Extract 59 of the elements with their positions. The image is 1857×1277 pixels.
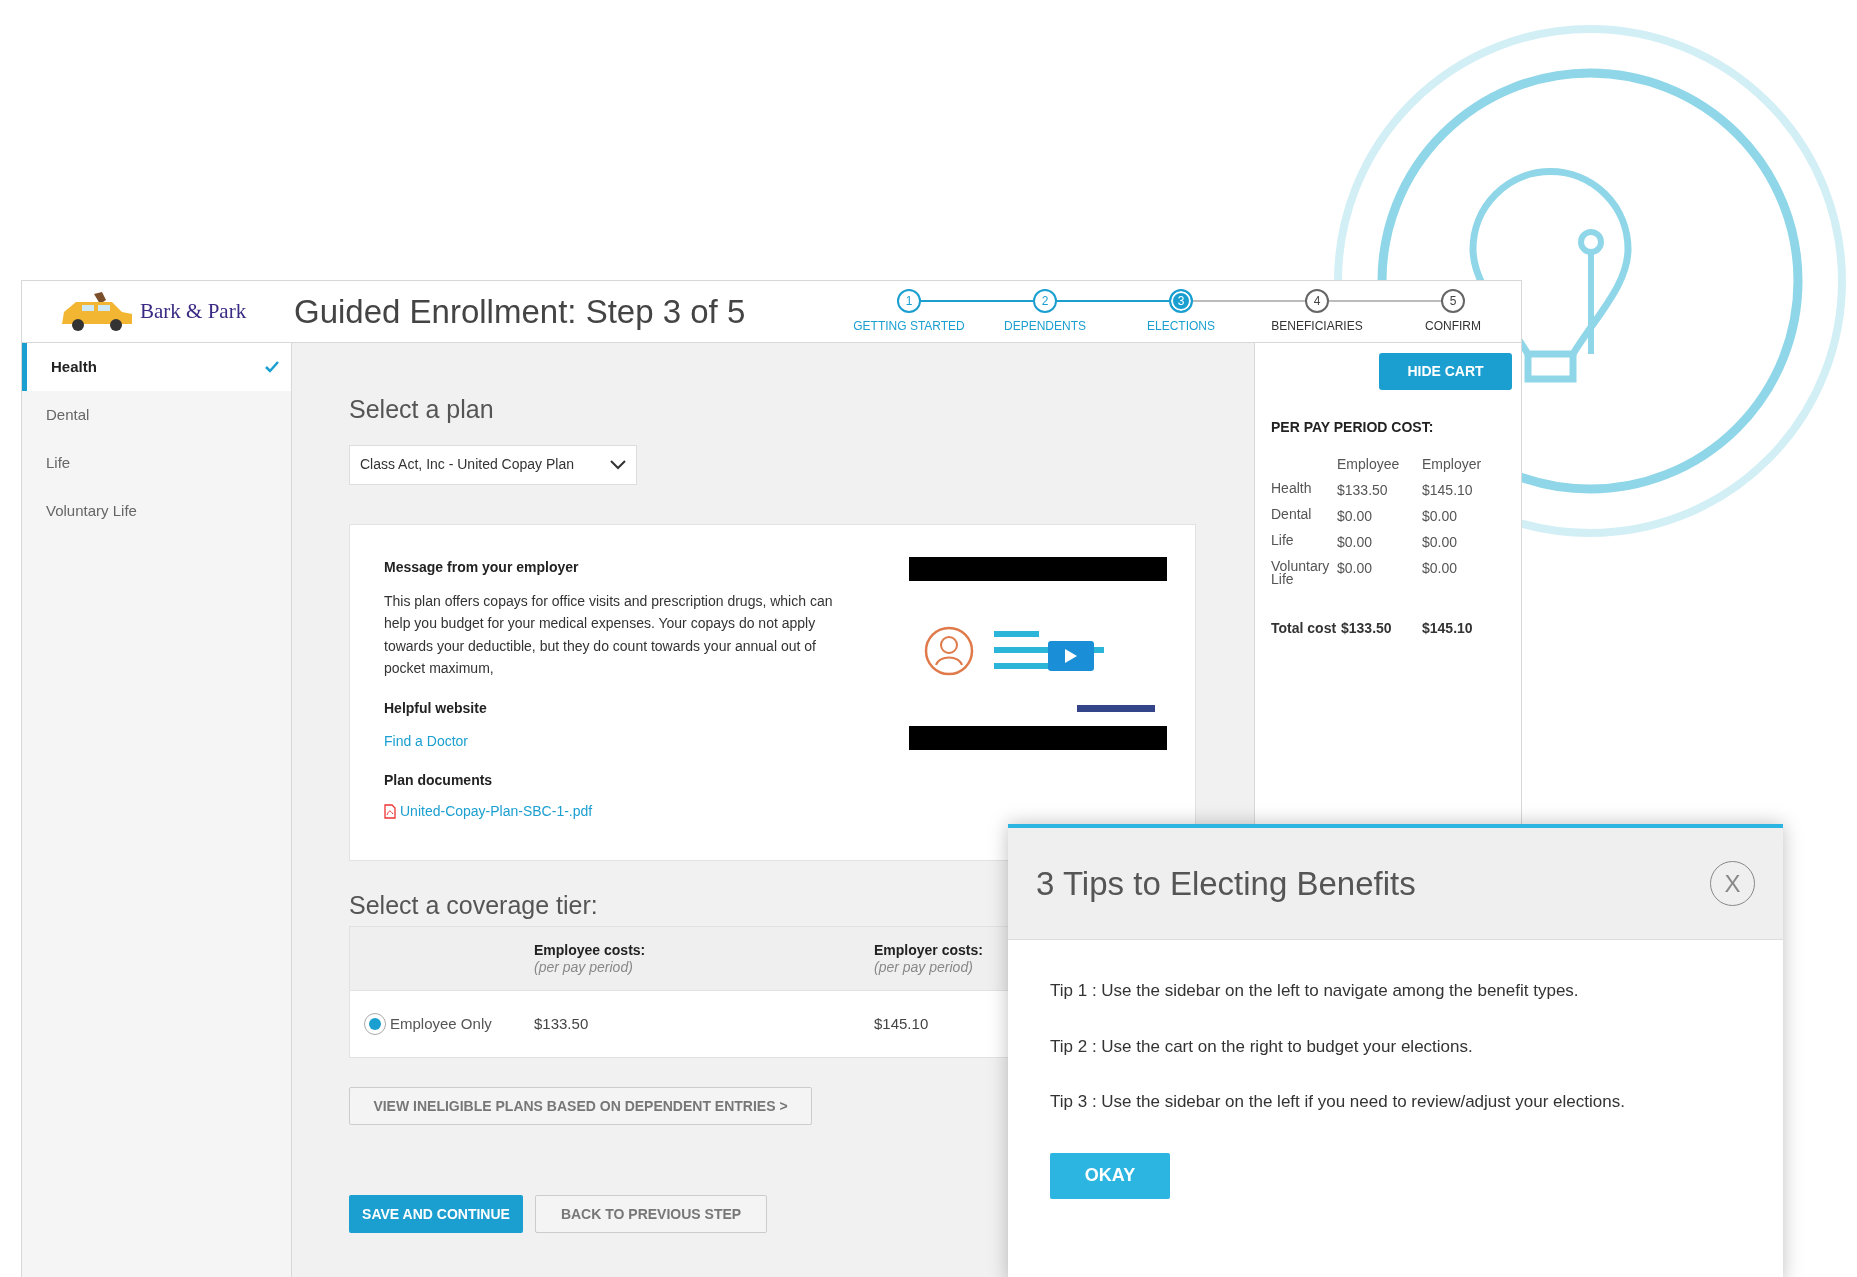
documents-title: Plan documents (384, 770, 494, 790)
message-text: This plan offers copays for office visits and prescription drugs, which can help you budget for your medical expenses. Your copays do not apply towards your deductible, but they do count towards your annual out of pocket maximum, (384, 591, 834, 678)
table-cell-text: $145.10 (1422, 482, 1474, 498)
section-heading: Select a coverage tier: (349, 889, 598, 921)
table-cell-text: $133.50 (1337, 482, 1389, 498)
logo-text: Bark & Park (140, 297, 247, 325)
document-link[interactable]: United-Copay-Plan-SBC-1-.pdf (400, 800, 593, 822)
tier-label: Employee Only (390, 1013, 492, 1034)
tip-text: Tip 3 : Use the sidebar on the left if you need to review/adjust your elections. (1050, 1091, 1626, 1113)
message-title: Message from your employer (384, 557, 580, 577)
chevron-down-icon (610, 459, 626, 470)
table-cell-text: $0.00 (1422, 560, 1459, 578)
tip-text: Tip 1 : Use the sidebar on the left to navigate among the benefit types. (1050, 980, 1580, 1002)
row-label: Dental (1271, 508, 1313, 524)
step-label[interactable]: DEPENDENTS (1004, 316, 1086, 335)
step-label[interactable]: ELECTIONS (1147, 316, 1215, 335)
table-cell-text: $0.00 (1422, 508, 1459, 524)
column-header: Employer (1422, 456, 1483, 472)
save-continue-button[interactable]: SAVE AND CONTINUE (349, 1195, 523, 1233)
table-cell-text: $0.00 (1422, 534, 1459, 550)
radio-button[interactable] (364, 1013, 386, 1035)
table-cell-text: $133.50 (534, 1013, 590, 1034)
dialog-title: 3 Tips to Electing Benefits (1036, 863, 1417, 904)
column-subtitle: (per pay period) (534, 958, 634, 976)
website-title: Helpful website (384, 698, 488, 718)
sidebar-item[interactable]: Voluntary Life (22, 487, 291, 535)
okay-button[interactable]: OKAY (1050, 1152, 1170, 1199)
pdf-icon (384, 803, 396, 819)
table-cell-text: $0.00 (1337, 534, 1374, 550)
hide-cart-button[interactable]: HIDE CART (1379, 353, 1512, 390)
column-title: Employer costs: (874, 941, 983, 959)
row-label: Voluntary Life (1271, 560, 1331, 586)
table-cell-text: $145.10 (1422, 620, 1474, 636)
step-label[interactable]: CONFIRM (1425, 316, 1481, 335)
find-doctor-link[interactable]: Find a Doctor (384, 730, 854, 752)
cart-title: PER PAY PERIOD COST: (1271, 418, 1435, 437)
row-label: Total cost (1271, 620, 1337, 636)
step-label[interactable]: BENEFICIARIES (1271, 316, 1363, 335)
column-title: Employee costs: (534, 941, 647, 959)
table-cell-text: $0.00 (1337, 508, 1374, 524)
back-button[interactable]: BACK TO PREVIOUS STEP (535, 1195, 767, 1233)
step-label[interactable]: GETTING STARTED (853, 316, 965, 335)
tip-text: Tip 2 : Use the cart on the right to budget your elections. (1050, 1035, 1474, 1058)
column-header: Employee (1337, 456, 1401, 472)
plan-dropdown[interactable]: Class Act, Inc - United Copay Plan (349, 444, 637, 485)
table-cell-text: $133.50 (1340, 620, 1393, 636)
play-button[interactable] (1048, 640, 1094, 671)
sidebar-item[interactable]: Dental (22, 391, 291, 439)
ineligible-plans-button[interactable]: VIEW INELIGIBLE PLANS BASED ON DEPENDENT ENTRIES > (349, 1087, 812, 1125)
table-cell-text: $0.00 (1337, 560, 1374, 578)
column-subtitle: (per pay period) (874, 958, 974, 976)
page-title: Guided Enrollment: Step 3 of 5 (294, 291, 746, 332)
row-label: Health (1271, 482, 1313, 498)
sidebar-item[interactable]: Life (22, 439, 291, 487)
play-icon (1065, 648, 1077, 663)
row-label: Life (1271, 534, 1295, 550)
table-cell-text: $145.10 (874, 1013, 929, 1034)
sidebar-item[interactable]: Health (22, 343, 291, 391)
section-heading: Select a plan (349, 394, 495, 425)
